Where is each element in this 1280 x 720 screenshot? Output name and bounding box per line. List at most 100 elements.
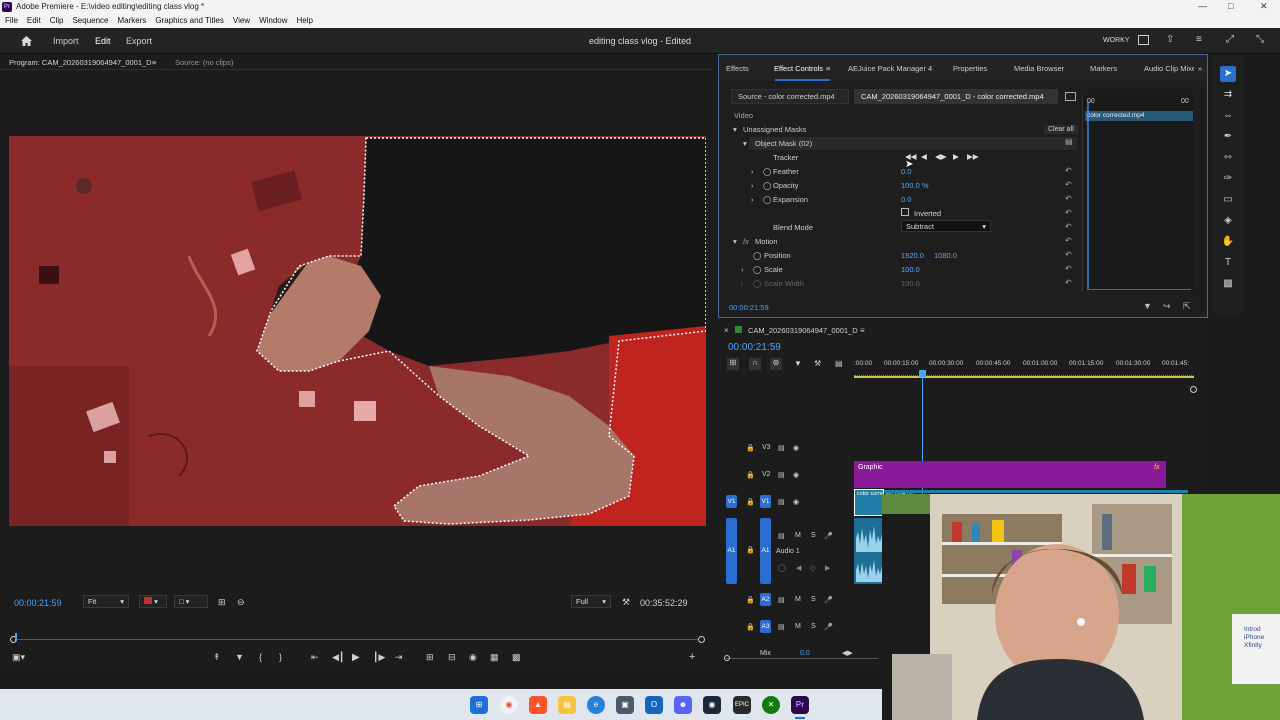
expansion-value[interactable]: 0.0 [901,195,911,204]
more-tabs-icon[interactable]: » [1198,64,1202,73]
tab-media-browser[interactable]: Media Browser [1014,64,1064,73]
menu-graphics-titles[interactable]: Graphics and Titles [150,14,227,28]
timeline-settings-icon[interactable]: ⚒ [814,359,821,368]
feather-value[interactable]: 0.0 [901,167,911,176]
reset-icon[interactable]: ↶ [1065,236,1075,245]
minimize-icon[interactable]: — [1198,1,1207,11]
tab-aejuice[interactable]: AEJuice Pack Manager 4 [848,64,932,73]
export-icon[interactable]: ↪ [1163,301,1171,312]
lock-icon[interactable]: 🔒 [746,623,755,631]
nest-icon[interactable]: ⊞ [727,358,739,370]
next-keyframe-icon[interactable]: ▶ [825,564,830,572]
tab-source[interactable]: Source: (no clips) [175,58,233,67]
add-button-icon[interactable]: + [689,651,695,663]
lock-icon[interactable]: 🔒 [746,471,755,479]
lock-icon[interactable]: 🔒 [746,498,755,506]
stopwatch-icon[interactable]: ◯ [753,251,761,260]
ripple-edit-icon[interactable]: ⇔ [1220,108,1236,124]
work-area-bar[interactable] [854,376,1194,378]
solo-button[interactable]: S [811,596,816,603]
expand-icon[interactable]: ⤡ [1256,34,1264,45]
expand-object-mask-icon[interactable]: ▾ [743,139,747,148]
source-patch-v1[interactable]: V1 [726,495,737,508]
menu-lines-icon[interactable]: ≡ [1196,34,1202,45]
timeline-timecode[interactable]: 00:00:21:59 [728,342,781,353]
solo-button[interactable]: S [811,532,816,539]
object-mask-tool-icon[interactable]: ◈ [1220,213,1236,229]
clip-graphic[interactable]: Graphic fx [854,461,1166,488]
lock-icon[interactable]: 🔒 [746,596,755,604]
time-ruler[interactable]: :00:00 00:00:15:00 00:00:30:00 00:00:45:… [854,360,1199,370]
sync-lock-icon[interactable]: ▤ [778,596,785,604]
lock-icon[interactable]: 🔒 [746,546,755,554]
start-icon[interactable]: ⊞ [470,696,488,714]
rectangle-icon[interactable]: ▭ [1220,192,1236,208]
insert-icon[interactable]: ⊞ [426,652,434,663]
slip-icon[interactable]: ⇿ [1220,150,1236,166]
sync-lock-icon[interactable]: ▤ [778,532,785,540]
expand-scale-icon[interactable]: › [741,265,744,274]
expand-feather-icon[interactable]: › [751,167,754,176]
scrub-end-handle[interactable] [698,636,705,643]
sync-lock-icon[interactable]: ▤ [778,471,785,479]
horizontal-scrollbar[interactable] [726,658,878,659]
chrome-icon[interactable]: ◉ [500,696,518,714]
mute-button[interactable]: M [795,596,801,603]
scrollbar-start-handle[interactable] [724,655,730,661]
brave-icon[interactable]: ▲ [529,696,547,714]
fit-select[interactable]: Fit ▾ [83,595,129,608]
inverted-checkbox[interactable] [901,208,909,216]
expand-masks-icon[interactable]: ▾ [733,125,737,134]
mini-playhead[interactable] [1087,101,1089,289]
close-sequence-icon[interactable]: × [724,326,729,335]
discord-icon[interactable]: ☻ [674,696,692,714]
sync-lock-icon[interactable]: ▤ [778,498,785,506]
lock-icon[interactable]: 🔒 [746,444,755,452]
stopwatch-icon[interactable]: ◯ [753,279,761,288]
scale-width-value[interactable]: 100.0 [901,279,920,288]
stopwatch-icon[interactable]: ◯ [753,265,761,274]
track-select-icon[interactable]: ⇉ [1220,87,1236,103]
epic-games-icon[interactable]: EPIC [733,696,751,714]
mic-icon[interactable]: 🎤 [824,596,833,604]
scrub-playhead[interactable] [15,633,17,641]
outlook-icon[interactable]: O [645,696,663,714]
tab-menu-icon[interactable]: ≡ [826,64,830,73]
track-target-v1[interactable]: V1 [760,495,771,508]
menu-view[interactable]: View [228,14,254,28]
stopwatch-icon[interactable]: ◯ [763,167,771,176]
tab-program[interactable]: Program: CAM_20260319064947_0001_D [9,58,152,67]
type-icon[interactable]: T [1220,255,1236,271]
reset-icon[interactable]: ↶ [1065,180,1075,189]
effect-controls-mini-timeline[interactable]: 00 00 color corrected.mp4 [1082,95,1194,291]
file-explorer-icon[interactable]: ▤ [558,696,576,714]
volume-icon[interactable]: ◯ [778,564,786,572]
clip-video-v1-continuation[interactable] [884,490,1188,493]
reset-icon[interactable]: ↶ [1065,194,1075,203]
settings-circle-icon[interactable]: ⊖ [237,597,245,608]
fx-badge-icon[interactable]: fx [743,237,749,246]
mark-out-icon[interactable]: } [279,652,282,662]
blend-mode-select[interactable]: Subtract ▾ [901,220,991,232]
clip-audio-a1[interactable] [854,518,884,584]
go-to-out-icon[interactable]: ⇥ [395,652,403,663]
sequence-menu-icon[interactable]: ≡ [860,326,865,335]
mic-icon[interactable]: 🎤 [824,623,833,631]
mix-value[interactable]: 0.0 [800,650,810,657]
add-marker-icon[interactable]: ⊞ [218,597,226,608]
panel-expand-icon[interactable]: ⇱ [1183,301,1191,312]
menu-sequence[interactable]: Sequence [67,14,112,28]
razor-icon[interactable]: ✒ [1220,129,1236,145]
mini-zoom-bar[interactable] [1087,289,1191,290]
reset-icon[interactable]: ↶ [1065,264,1075,273]
tab-program-menu-icon[interactable]: ≡ [152,58,156,67]
sequence-clip-tab[interactable]: CAM_20260319064947_0001_D - color correc… [854,89,1058,104]
tab-markers[interactable]: Markers [1090,64,1117,73]
stopwatch-icon[interactable]: ◯ [763,195,771,204]
mini-clip-bar[interactable]: color corrected.mp4 [1085,111,1193,121]
position-x-value[interactable]: 1920.0 [901,251,924,260]
track-target-a3[interactable]: A3 [760,620,771,633]
safe-margins-select[interactable]: □ ▾ [174,595,208,608]
selection-tool-icon[interactable]: ➤ [1220,66,1236,82]
caption-icon[interactable]: ▩ [1220,276,1236,292]
